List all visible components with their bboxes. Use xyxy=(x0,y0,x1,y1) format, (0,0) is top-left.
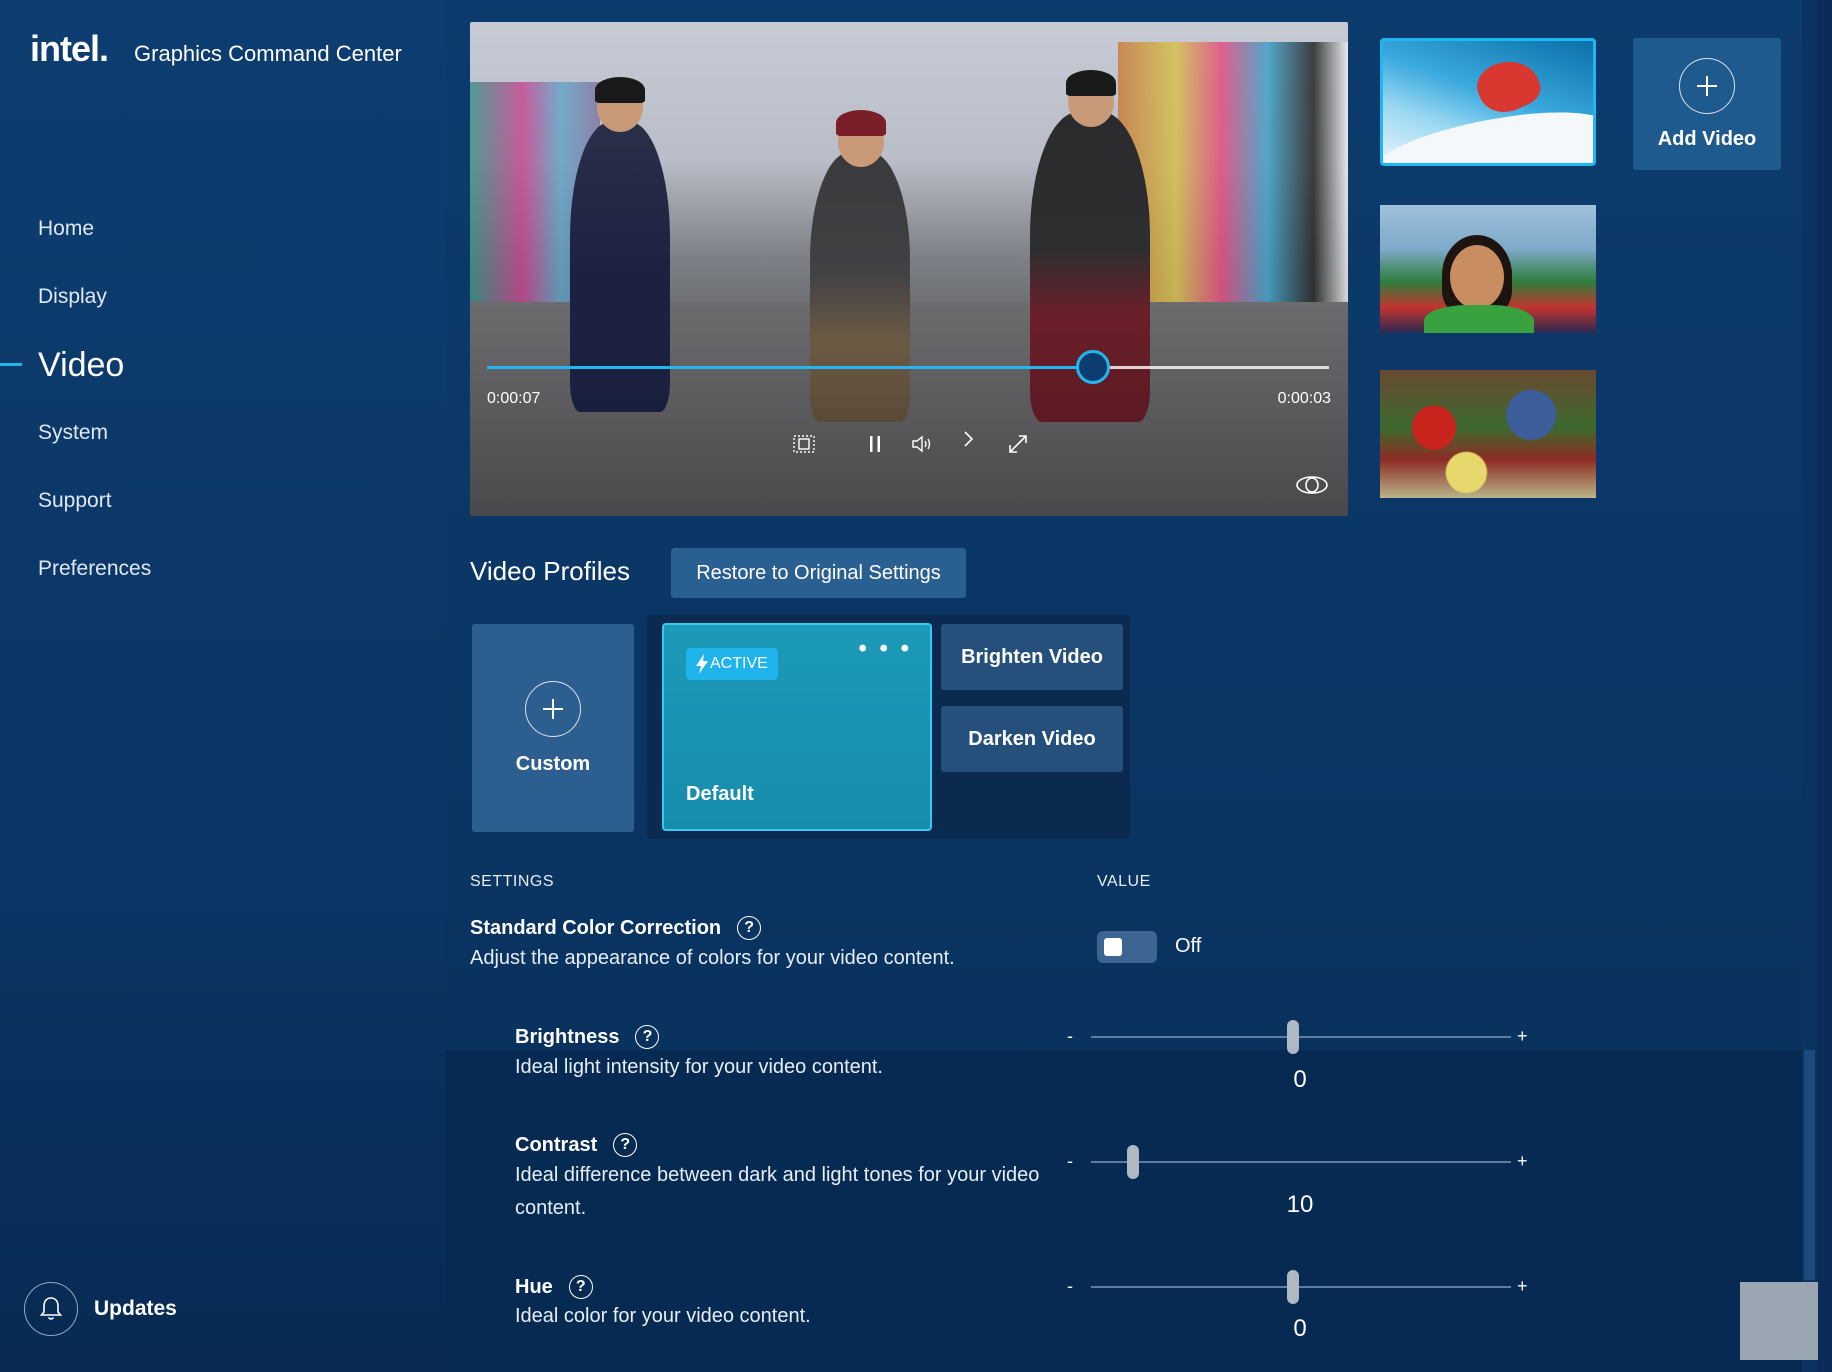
skier-figure xyxy=(1470,50,1546,122)
toggle-knob xyxy=(1104,938,1122,956)
color-correction-toggle[interactable] xyxy=(1097,931,1157,963)
eye-icon[interactable] xyxy=(1294,472,1330,498)
nav-item-home[interactable]: Home xyxy=(0,195,445,263)
hue-decrease[interactable]: - xyxy=(1067,1276,1073,1297)
brightness-slider[interactable] xyxy=(1091,1020,1511,1054)
hue-slider[interactable] xyxy=(1091,1270,1511,1304)
thumbnail-market[interactable] xyxy=(1380,370,1596,498)
nav-item-preferences[interactable]: Preferences xyxy=(0,535,445,603)
snow-spray xyxy=(1383,102,1593,163)
custom-profile-label: Custom xyxy=(515,752,591,775)
brightness-description: Ideal light intensity for your video con… xyxy=(515,1056,883,1078)
thumbnail-crowd[interactable] xyxy=(1380,205,1596,333)
plus-icon xyxy=(525,680,581,737)
custom-profile-card[interactable]: Custom xyxy=(472,624,634,832)
hue-label: Hue xyxy=(515,1275,553,1298)
updates-button[interactable]: Updates xyxy=(24,1282,177,1336)
brightness-value: 0 xyxy=(1293,1066,1307,1093)
corner-widget xyxy=(1740,1282,1818,1360)
sidebar: intel. Graphics Command Center Home Disp… xyxy=(0,0,445,1372)
brightness-decrease[interactable]: - xyxy=(1067,1026,1073,1047)
help-icon[interactable]: ? xyxy=(737,916,762,940)
remaining-time: 0:00:03 xyxy=(1277,390,1331,407)
progress-thumb[interactable] xyxy=(1076,350,1111,384)
color-correction-title: Standard Color Correction ? xyxy=(470,916,762,940)
intel-logo: intel. xyxy=(30,28,109,69)
dancer-cap xyxy=(595,77,645,103)
default-profile-label: Default xyxy=(686,783,754,805)
next-icon[interactable] xyxy=(951,422,985,456)
help-icon[interactable]: ? xyxy=(635,1025,660,1049)
person-face xyxy=(1450,245,1504,309)
active-badge: ACTIVE xyxy=(686,648,778,680)
add-video-label: Add Video xyxy=(1657,127,1757,150)
sidebar-nav: Home Display Video System Support Prefer… xyxy=(0,195,445,603)
more-options-icon[interactable]: • • • xyxy=(858,635,912,663)
fullscreen-icon[interactable] xyxy=(1001,427,1035,461)
brightness-increase[interactable]: + xyxy=(1517,1026,1528,1047)
contrast-value: 10 xyxy=(1286,1191,1314,1218)
hue-increase[interactable]: + xyxy=(1517,1276,1528,1297)
app-title: Graphics Command Center xyxy=(134,41,402,66)
brightness-slider-thumb[interactable] xyxy=(1286,1020,1299,1054)
scrollbar[interactable] xyxy=(1802,0,1817,1372)
updates-label: Updates xyxy=(94,1297,177,1320)
dancer-figure xyxy=(810,152,910,422)
color-correction-description: Adjust the appearance of colors for your… xyxy=(470,947,955,969)
scrollbar-thumb[interactable] xyxy=(1804,1050,1815,1280)
contrast-decrease[interactable]: - xyxy=(1067,1151,1073,1172)
aspect-icon[interactable] xyxy=(787,427,821,461)
contrast-slider-thumb[interactable] xyxy=(1127,1145,1139,1179)
lightning-icon xyxy=(696,654,708,674)
nav-item-display[interactable]: Display xyxy=(0,263,445,331)
person-shirt xyxy=(1424,305,1534,333)
video-profiles-title: Video Profiles xyxy=(470,556,630,586)
contrast-title: Contrast ? xyxy=(515,1133,638,1157)
bell-icon xyxy=(24,1282,78,1336)
contrast-label: Contrast xyxy=(515,1133,598,1156)
brightness-label: Brightness xyxy=(515,1025,620,1048)
hue-description: Ideal color for your video content. xyxy=(515,1305,811,1327)
pause-icon[interactable] xyxy=(858,427,892,461)
hue-title: Hue ? xyxy=(515,1275,593,1299)
thumbnail-snowboarder[interactable] xyxy=(1380,38,1596,166)
video-player[interactable]: 0:00:07 0:00:03 xyxy=(470,22,1348,516)
progress-fill xyxy=(487,366,1094,369)
darken-video-button[interactable]: Darken Video xyxy=(941,706,1123,772)
dancer-cap xyxy=(1066,70,1116,96)
nav-item-support[interactable]: Support xyxy=(0,467,445,535)
hue-value: 0 xyxy=(1293,1315,1307,1342)
contrast-increase[interactable]: + xyxy=(1517,1151,1528,1172)
contrast-description: Ideal difference between dark and light … xyxy=(515,1164,1040,1219)
nav-item-video[interactable]: Video xyxy=(0,331,445,399)
hue-slider-thumb[interactable] xyxy=(1286,1270,1299,1304)
add-video-button[interactable]: Add Video xyxy=(1633,38,1781,170)
color-correction-label: Standard Color Correction xyxy=(470,916,722,939)
nav-item-system[interactable]: System xyxy=(0,399,445,467)
playback-progress[interactable] xyxy=(487,350,1329,384)
restore-original-button[interactable]: Restore to Original Settings xyxy=(671,548,966,598)
default-profile-card[interactable]: ACTIVE • • • Default xyxy=(662,623,932,831)
dancer-cap xyxy=(836,110,886,136)
brand: intel. Graphics Command Center xyxy=(30,28,402,70)
help-icon[interactable]: ? xyxy=(613,1133,638,1157)
contrast-slider[interactable] xyxy=(1091,1145,1511,1179)
brighten-video-button[interactable]: Brighten Video xyxy=(941,624,1123,690)
value-header: VALUE xyxy=(1097,873,1151,890)
settings-header: SETTINGS xyxy=(470,873,555,890)
volume-icon[interactable] xyxy=(905,427,939,461)
help-icon[interactable]: ? xyxy=(568,1275,593,1299)
brightness-title: Brightness ? xyxy=(515,1025,660,1049)
elapsed-time: 0:00:07 xyxy=(487,390,541,407)
plus-icon xyxy=(1679,57,1735,114)
active-badge-label: ACTIVE xyxy=(710,655,768,672)
color-correction-state: Off xyxy=(1175,935,1202,957)
